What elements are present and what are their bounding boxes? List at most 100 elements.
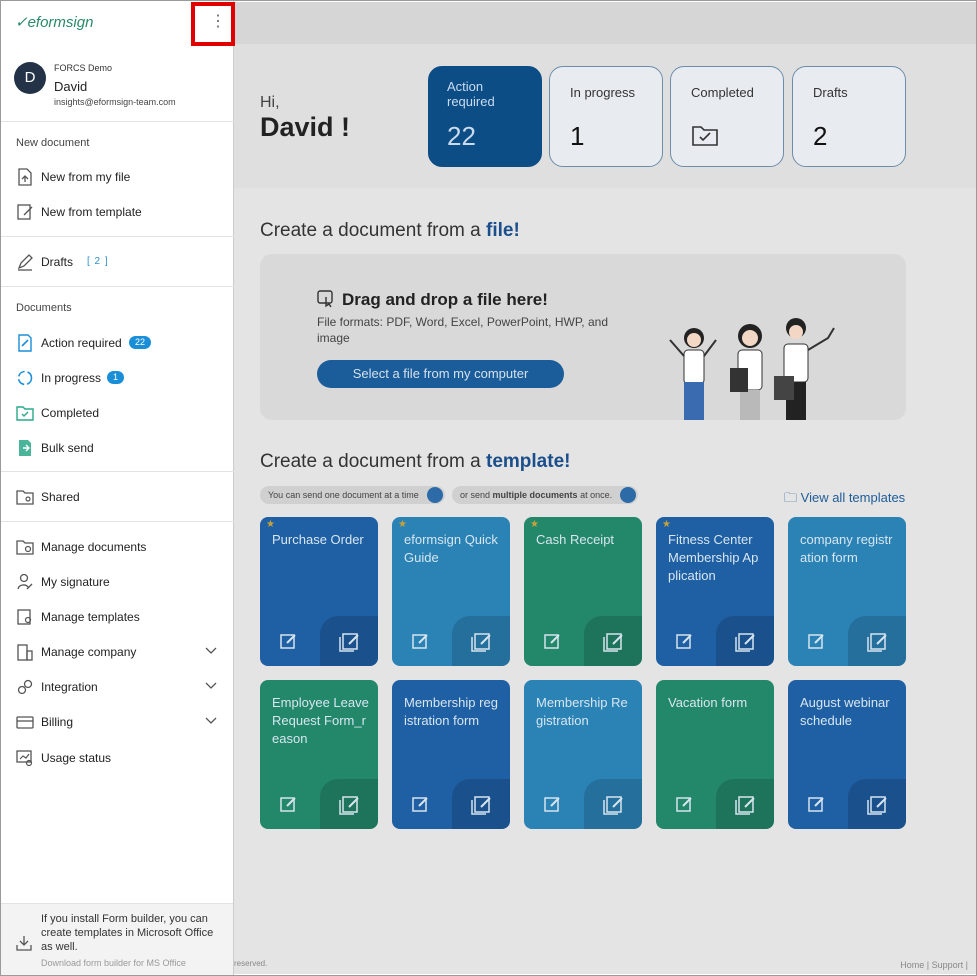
template-card[interactable]: ★ Purchase Order bbox=[260, 517, 378, 666]
nav-drafts[interactable]: Drafts [ 2 ] bbox=[1, 246, 233, 278]
nav-action-required[interactable]: Action required 22 bbox=[1, 327, 233, 359]
template-card[interactable]: August webinar schedule bbox=[788, 680, 906, 829]
nav-manage-documents[interactable]: Manage documents bbox=[1, 531, 233, 563]
stat-drafts[interactable]: Drafts 2 bbox=[792, 66, 906, 167]
chevron-down-icon bbox=[205, 717, 217, 724]
top-bar bbox=[234, 2, 976, 44]
nav-bulk-send[interactable]: Bulk send bbox=[1, 432, 233, 464]
nav-integration[interactable]: Integration bbox=[1, 671, 233, 703]
footer-links[interactable]: Home | Support | bbox=[900, 960, 968, 970]
template-card[interactable]: ★ Cash Receipt bbox=[524, 517, 642, 666]
nav-label: Bulk send bbox=[41, 441, 94, 455]
title-prefix: Create a document from a bbox=[260, 451, 481, 472]
promo-text: If you install Form builder, you can cre… bbox=[41, 913, 214, 953]
signature-user-icon bbox=[17, 573, 33, 590]
edit-icon[interactable] bbox=[544, 795, 562, 813]
download-form-builder-link[interactable]: Download form builder for MS Office bbox=[41, 958, 186, 968]
template-card[interactable]: ★ Fitness Center Membership Ap plication bbox=[656, 517, 774, 666]
edit-icon[interactable] bbox=[676, 632, 694, 650]
bulk-edit-icon[interactable] bbox=[735, 630, 757, 652]
section-documents: Documents bbox=[16, 302, 72, 314]
template-title: Membership Re gistration bbox=[536, 695, 628, 728]
eformsign-logo[interactable]: ✓eformsign bbox=[15, 13, 93, 31]
hint-bold: multiple documents bbox=[492, 490, 578, 500]
edit-icon[interactable] bbox=[412, 632, 430, 650]
hint-text: or send bbox=[460, 490, 491, 500]
view-all-templates-link[interactable]: 🗀 View all templates bbox=[784, 489, 905, 511]
edit-icon[interactable] bbox=[412, 795, 430, 813]
bulk-edit-icon[interactable] bbox=[867, 793, 889, 815]
nav-new-from-template[interactable]: New from template bbox=[1, 196, 233, 228]
drop-title: Drag and drop a file here! bbox=[342, 290, 548, 309]
logo-text: eformsign bbox=[27, 14, 94, 31]
chevron-down-icon bbox=[205, 647, 217, 654]
nav-my-signature[interactable]: My signature bbox=[1, 566, 233, 598]
select-file-button[interactable]: Select a file from my computer bbox=[317, 360, 564, 388]
nav-shared[interactable]: Shared bbox=[1, 481, 233, 513]
stat-action-required[interactable]: Action required 22 bbox=[428, 66, 542, 167]
nav-new-from-file[interactable]: New from my file bbox=[1, 161, 233, 193]
form-builder-promo[interactable]: If you install Form builder, you can cre… bbox=[1, 903, 233, 975]
star-icon: ★ bbox=[530, 519, 539, 530]
bulk-edit-icon[interactable] bbox=[471, 793, 493, 815]
nav-manage-templates[interactable]: Manage templates bbox=[1, 601, 233, 633]
stat-completed[interactable]: Completed bbox=[670, 66, 784, 167]
nav-label: Usage status bbox=[41, 751, 112, 765]
edit-icon[interactable] bbox=[808, 632, 826, 650]
avatar[interactable]: D bbox=[14, 62, 46, 94]
nav-label: Billing bbox=[41, 715, 74, 729]
title-emphasis: file! bbox=[486, 220, 520, 241]
stat-label: Drafts bbox=[813, 85, 848, 100]
nav-label: Manage documents bbox=[41, 540, 147, 554]
stat-in-progress[interactable]: In progress 1 bbox=[549, 66, 663, 167]
template-card[interactable]: Vacation form bbox=[656, 680, 774, 829]
greeting: Hi, bbox=[260, 94, 280, 111]
edit-icon[interactable] bbox=[280, 632, 298, 650]
nav-billing[interactable]: Billing bbox=[1, 706, 233, 738]
nav-label: New from my file bbox=[41, 170, 131, 184]
template-card[interactable]: company registr ation form bbox=[788, 517, 906, 666]
folder-check-icon bbox=[692, 126, 718, 146]
nav-manage-company[interactable]: Manage company bbox=[1, 636, 233, 668]
edit-icon[interactable] bbox=[280, 795, 298, 813]
divider bbox=[1, 521, 234, 522]
stat-value: 1 bbox=[570, 121, 585, 151]
more-options-button[interactable]: ⋮ bbox=[191, 2, 235, 46]
divider bbox=[1, 471, 234, 472]
bulk-edit-icon[interactable] bbox=[603, 793, 625, 815]
template-card[interactable]: Membership reg istration form bbox=[392, 680, 510, 829]
edit-icon[interactable] bbox=[544, 632, 562, 650]
stat-label: In progress bbox=[570, 85, 636, 100]
template-card[interactable]: ★ eformsign Quick Guide bbox=[392, 517, 510, 666]
nav-in-progress[interactable]: In progress 1 bbox=[1, 362, 233, 394]
user-name: David bbox=[54, 79, 88, 94]
file-drop-zone[interactable]: Drag and drop a file here! File formats:… bbox=[260, 254, 906, 420]
nav-completed[interactable]: Completed bbox=[1, 397, 233, 429]
template-card[interactable]: Membership Re gistration bbox=[524, 680, 642, 829]
template-title: company registr ation form bbox=[800, 532, 893, 565]
stat-label: Action required bbox=[447, 79, 495, 109]
bulk-edit-icon[interactable] bbox=[339, 793, 361, 815]
bulk-edit-icon[interactable] bbox=[471, 630, 493, 652]
user-email: insights@eformsign-team.com bbox=[54, 97, 176, 107]
bulk-send-icon bbox=[19, 440, 31, 456]
template-card[interactable]: Employee Leave Request Form_r eason bbox=[260, 680, 378, 829]
vertical-dots-icon: ⋮ bbox=[210, 13, 226, 30]
nav-label: Drafts bbox=[41, 255, 74, 269]
nav-usage-status[interactable]: Usage status bbox=[1, 742, 233, 774]
edit-icon[interactable] bbox=[808, 795, 826, 813]
stat-value: 2 bbox=[813, 121, 828, 151]
bulk-edit-icon[interactable] bbox=[735, 793, 757, 815]
bulk-edit-icon[interactable] bbox=[339, 630, 361, 652]
bulk-edit-icon[interactable] bbox=[867, 630, 889, 652]
nav-label: Integration bbox=[41, 680, 98, 694]
divider bbox=[1, 121, 234, 122]
edit-icon[interactable] bbox=[676, 795, 694, 813]
people-illustration bbox=[669, 318, 835, 420]
bulk-edit-icon[interactable] bbox=[603, 630, 625, 652]
greeting-name: David ! bbox=[260, 112, 351, 142]
divider bbox=[1, 286, 234, 287]
file-section-title: Create a document from a file! bbox=[260, 220, 520, 242]
progress-cycle-icon bbox=[17, 370, 33, 386]
action-required-badge: 22 bbox=[129, 336, 152, 349]
